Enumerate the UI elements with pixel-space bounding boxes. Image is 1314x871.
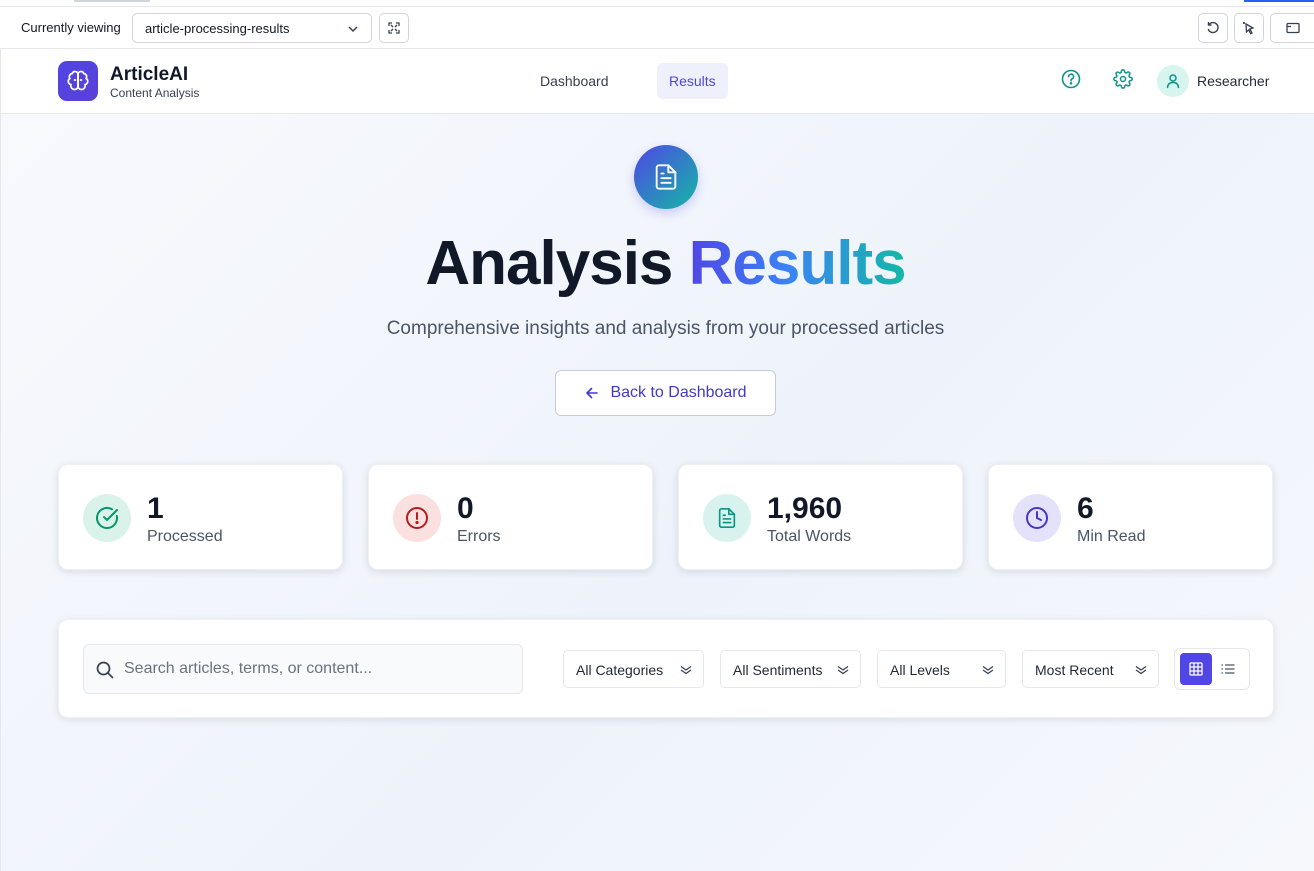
chevrons-down-icon xyxy=(982,665,994,675)
back-to-dashboard-button[interactable]: Back to Dashboard xyxy=(555,370,776,416)
sentiment-dropdown[interactable]: All Sentiments xyxy=(720,650,861,688)
reload-button[interactable] xyxy=(1198,13,1228,43)
stat-label: Processed xyxy=(147,528,223,545)
settings-button[interactable] xyxy=(1111,67,1135,91)
grid-view-button[interactable] xyxy=(1180,653,1212,685)
cursor-select-icon xyxy=(1243,22,1255,35)
filter-bar: All Categories All Sentiments All Levels… xyxy=(58,619,1274,718)
browser-accent-bar xyxy=(1244,0,1314,2)
chevrons-down-icon xyxy=(1135,665,1147,675)
select-element-button[interactable] xyxy=(1234,13,1264,43)
stat-label: Min Read xyxy=(1077,528,1146,545)
back-to-dashboard-label: Back to Dashboard xyxy=(610,384,747,401)
search-icon xyxy=(96,661,114,679)
list-icon xyxy=(1221,664,1235,674)
expand-button[interactable] xyxy=(379,13,409,43)
category-dropdown[interactable]: All Categories xyxy=(563,650,704,688)
chevrons-down-icon xyxy=(680,665,692,675)
stat-value: 6 xyxy=(1077,492,1094,525)
list-view-button[interactable] xyxy=(1212,653,1244,685)
page-subtitle: Comprehensive insights and analysis from… xyxy=(386,318,945,339)
hero-document-badge xyxy=(634,145,698,209)
gear-icon xyxy=(1113,69,1133,89)
stat-value: 1 xyxy=(147,492,164,525)
brand-subtitle: Content Analysis xyxy=(110,86,200,100)
browser-tab-indicator xyxy=(74,0,150,2)
expand-icon xyxy=(388,22,400,34)
nav-results[interactable]: Results xyxy=(657,63,728,99)
stat-card-errors: 0 Errors xyxy=(368,464,653,570)
avatar[interactable] xyxy=(1157,65,1189,97)
stat-value: 1,960 xyxy=(767,492,843,525)
sort-dropdown[interactable]: Most Recent xyxy=(1022,650,1159,688)
app-header: ArticleAI Content Analysis Dashboard Res… xyxy=(0,49,1314,114)
stat-card-processed: 1 Processed xyxy=(58,464,343,570)
chevron-down-icon xyxy=(348,26,358,33)
responsive-view-button[interactable] xyxy=(1270,13,1314,43)
stat-icon-badge xyxy=(393,494,441,542)
page-title-accent: Results xyxy=(688,229,907,298)
search-box xyxy=(83,644,523,694)
search-input[interactable] xyxy=(124,645,514,693)
page-select-value: article-processing-results xyxy=(145,21,290,36)
document-icon xyxy=(655,164,677,190)
sentiment-dropdown-value: All Sentiments xyxy=(733,662,823,678)
check-circle-icon xyxy=(96,506,118,529)
page-select[interactable]: article-processing-results xyxy=(132,13,372,43)
user-icon xyxy=(1166,74,1180,89)
username[interactable]: Researcher xyxy=(1197,73,1269,89)
arrow-left-icon xyxy=(586,387,599,399)
clock-icon xyxy=(1026,507,1048,529)
browser-top-strip xyxy=(0,0,1314,7)
stat-icon-badge xyxy=(83,494,131,542)
stat-icon-badge xyxy=(703,494,751,542)
page-title: Analysis Results xyxy=(1,228,1314,299)
sort-dropdown-value: Most Recent xyxy=(1035,662,1114,678)
brain-logo[interactable] xyxy=(58,61,98,101)
stat-label: Errors xyxy=(457,528,501,545)
brain-icon xyxy=(67,70,89,91)
viewer-label: Currently viewing xyxy=(21,20,121,35)
stat-value: 0 xyxy=(457,492,474,525)
page-title-plain: Analysis xyxy=(425,229,673,298)
level-dropdown[interactable]: All Levels xyxy=(877,650,1006,688)
category-dropdown-value: All Categories xyxy=(576,662,664,678)
stat-icon-badge xyxy=(1013,494,1061,542)
screen-icon xyxy=(1285,22,1300,34)
help-button[interactable] xyxy=(1059,67,1083,91)
chevrons-down-icon xyxy=(837,665,849,675)
nav-dashboard[interactable]: Dashboard xyxy=(528,63,621,99)
view-toggle xyxy=(1174,648,1250,690)
viewer-toolbar: Currently viewing article-processing-res… xyxy=(0,7,1314,49)
results-page: Analysis Results Comprehensive insights … xyxy=(0,114,1314,871)
level-dropdown-value: All Levels xyxy=(890,662,950,678)
grid-icon xyxy=(1189,662,1203,676)
stat-card-total-words: 1,960 Total Words xyxy=(678,464,963,570)
help-icon xyxy=(1061,69,1081,89)
document-icon xyxy=(718,508,736,528)
stat-label: Total Words xyxy=(767,528,852,545)
brand-name: ArticleAI xyxy=(110,64,189,85)
alert-circle-icon xyxy=(406,507,428,529)
stat-card-min-read: 6 Min Read xyxy=(988,464,1273,570)
reload-icon xyxy=(1207,21,1219,34)
